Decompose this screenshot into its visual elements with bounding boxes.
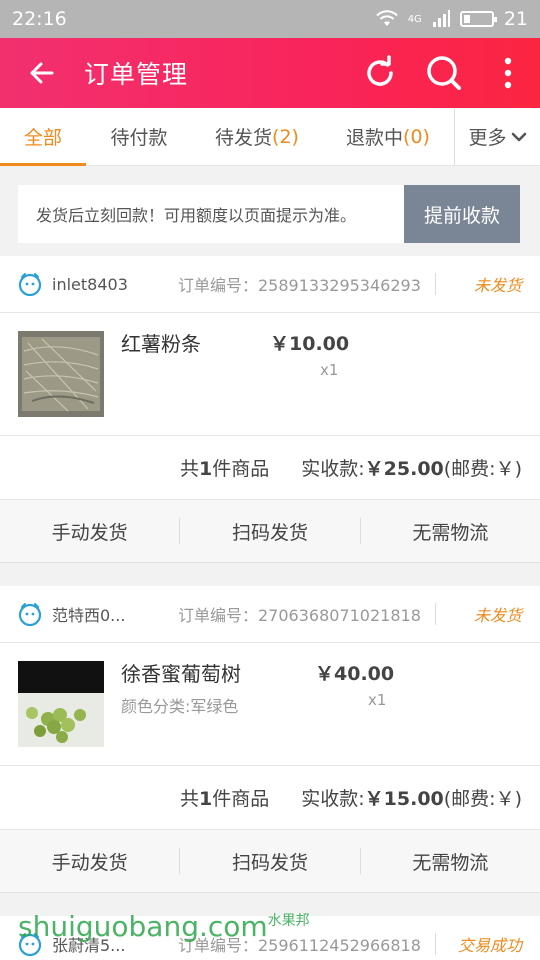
scan-ship-button[interactable]: 扫码发货	[179, 518, 359, 544]
refresh-icon	[367, 55, 393, 86]
tab-pending-payment[interactable]: 待付款	[86, 108, 192, 165]
paid-value: ￥25.00	[364, 458, 444, 480]
product-thumbnail	[18, 661, 104, 747]
item-count-number: 1	[199, 788, 213, 810]
product-name: 徐香蜜葡萄树	[121, 662, 241, 686]
order-number: 订单编号：2706368071021818	[178, 603, 436, 625]
tab-label: 退款中	[346, 127, 404, 149]
tab-label: 待发货	[215, 127, 273, 149]
refresh-button[interactable]	[348, 55, 412, 91]
tab-label: 全部	[23, 127, 62, 149]
item-count-suffix: 件商品	[212, 788, 270, 810]
item-count-prefix: 共	[179, 788, 199, 810]
watermark-text: shuiguobang.com	[18, 910, 268, 943]
notice-text: 发货后立刻回款！可用额度以页面提示为准。	[36, 206, 357, 225]
item-count: 共1件商品	[180, 784, 269, 811]
search-icon	[427, 56, 461, 90]
signal-icon	[432, 10, 450, 27]
buyer-name[interactable]: 范特西0...	[52, 602, 178, 626]
app-bar: 订单管理	[0, 38, 540, 108]
paid-value: ￥15.00	[364, 788, 444, 810]
tab-count: (2)	[272, 125, 299, 148]
search-button[interactable]	[412, 54, 476, 92]
more-options-button[interactable]	[476, 57, 540, 89]
order-header: inlet8403 订单编号：2589133295346293 未发货	[0, 256, 540, 313]
back-arrow-icon	[30, 62, 54, 84]
battery-level: 21	[503, 8, 528, 30]
order-tabs: 全部 待付款 待发货 (2) 退款中 (0) 更多	[0, 108, 540, 166]
watermark: shuiguobang.com水果邦	[18, 910, 310, 943]
early-collect-button[interactable]: 提前收款	[404, 185, 520, 243]
manual-ship-button[interactable]: 手动发货	[0, 848, 179, 874]
status-icons: 4G 21	[375, 8, 528, 30]
manual-ship-button[interactable]: 手动发货	[0, 518, 179, 544]
paid-label: 实收款:	[301, 458, 365, 480]
order-actions: 手动发货 扫码发货 无需物流	[0, 500, 540, 563]
battery-icon	[459, 11, 497, 27]
order-card: 范特西0... 订单编号：2706368071021818 未发货 徐香蜜葡萄树…	[0, 586, 540, 893]
buyer-name[interactable]: inlet8403	[52, 275, 178, 294]
scan-ship-button[interactable]: 扫码发货	[179, 848, 359, 874]
order-actions: 手动发货 扫码发货 无需物流	[0, 830, 540, 893]
order-number: 订单编号：2589133295346293	[178, 273, 436, 295]
order-status: 未发货	[473, 606, 522, 625]
buyer-avatar-icon	[18, 603, 42, 626]
product-price: ￥10.00	[270, 333, 350, 355]
paid-amount: 实收款:￥15.00(邮费:￥)	[301, 784, 522, 811]
page-title: 订单管理	[84, 60, 189, 89]
chevron-down-icon	[511, 132, 526, 141]
payout-notice: 发货后立刻回款！可用额度以页面提示为准。 提前收款	[18, 185, 520, 243]
buyer-avatar-icon	[18, 273, 42, 296]
product-quantity: x1	[320, 361, 339, 379]
product-quantity: x1	[368, 691, 387, 709]
item-count-prefix: 共	[179, 458, 199, 480]
order-item[interactable]: 红薯粉条 ￥10.00 x1	[0, 313, 540, 436]
item-count: 共1件商品	[180, 454, 269, 481]
item-count-number: 1	[199, 458, 213, 480]
product-name: 红薯粉条	[121, 332, 201, 356]
tab-label: 更多	[468, 127, 507, 149]
tab-refunding[interactable]: 退款中 (0)	[322, 108, 454, 165]
order-card: inlet8403 订单编号：2589133295346293 未发货 红薯粉条…	[0, 256, 540, 563]
order-status: 交易成功	[457, 936, 522, 955]
order-summary: 共1件商品 实收款:￥15.00(邮费:￥)	[0, 766, 540, 830]
order-status: 未发货	[473, 276, 522, 295]
paid-label: 实收款:	[301, 788, 365, 810]
status-bar: 22:16 4G 21	[0, 0, 540, 38]
tab-all[interactable]: 全部	[0, 108, 86, 166]
order-header: 范特西0... 订单编号：2706368071021818 未发货	[0, 586, 540, 643]
watermark-tag: 水果邦	[267, 913, 310, 929]
product-spec: 颜色分类:军绿色	[121, 697, 239, 716]
wifi-icon	[375, 10, 398, 26]
no-logistics-button[interactable]: 无需物流	[359, 518, 540, 544]
postage: (邮费:￥)	[443, 788, 522, 810]
order-item[interactable]: 徐香蜜葡萄树 颜色分类:军绿色 ￥40.00 x1	[0, 643, 540, 766]
product-price: ￥40.00	[315, 663, 395, 685]
product-thumbnail	[18, 331, 104, 417]
tab-more[interactable]: 更多	[454, 108, 540, 165]
tab-pending-shipment[interactable]: 待发货 (2)	[192, 108, 322, 165]
order-summary: 共1件商品 实收款:￥25.00(邮费:￥)	[0, 436, 540, 500]
more-vertical-icon	[504, 57, 512, 89]
back-button[interactable]	[0, 59, 84, 87]
status-time: 22:16	[12, 8, 67, 30]
network-label: 4G	[407, 13, 422, 25]
tab-label: 待付款	[110, 127, 168, 149]
postage: (邮费:￥)	[443, 458, 522, 480]
paid-amount: 实收款:￥25.00(邮费:￥)	[301, 454, 522, 481]
item-count-suffix: 件商品	[212, 458, 270, 480]
tab-count: (0)	[403, 125, 430, 148]
no-logistics-button[interactable]: 无需物流	[359, 848, 540, 874]
